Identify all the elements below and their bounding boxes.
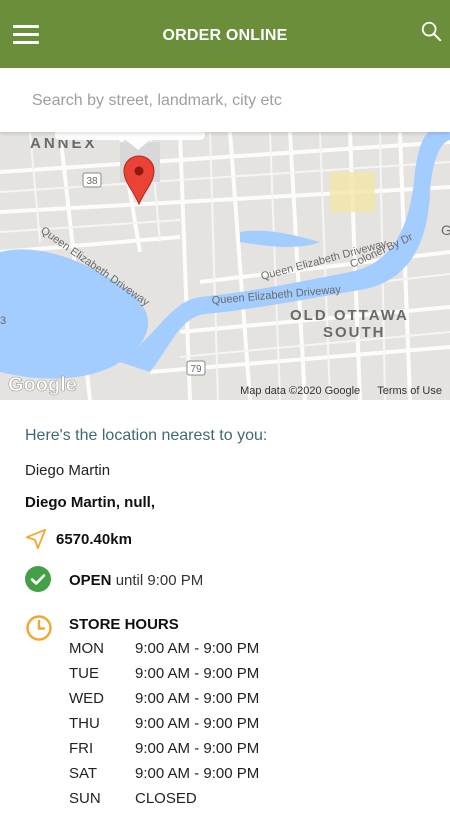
- map-canvas[interactable]: 38 79 ANNEX OLD OTTAWA SOUTH Queen Eliza…: [0, 132, 450, 400]
- map-label-route-79: 79: [190, 364, 202, 375]
- hours-day: THU: [69, 715, 100, 732]
- hours-time: CLOSED: [135, 790, 197, 807]
- hours-time: 9:00 AM - 9:00 PM: [135, 765, 260, 782]
- search-bar: [0, 68, 450, 132]
- hours-row-fri: FRI 9:00 AM - 9:00 PM: [69, 740, 329, 765]
- hours-day: SAT: [69, 765, 98, 782]
- store-name: Diego Martin: [25, 462, 111, 479]
- hours-time: 9:00 AM - 9:00 PM: [135, 690, 260, 707]
- search-input[interactable]: [30, 82, 434, 120]
- map-label-edge-3: 3: [0, 315, 6, 327]
- hours-day: TUE: [69, 665, 99, 682]
- clock-icon: [26, 615, 52, 641]
- store-distance: 6570.40km: [56, 531, 132, 548]
- hours-row-mon: MON 9:00 AM - 9:00 PM: [69, 640, 329, 665]
- hours-row-tue: TUE 9:00 AM - 9:00 PM: [69, 665, 329, 690]
- map-label-edge-g: G: [441, 222, 450, 238]
- map-label-old-ottawa: OLD OTTAWA: [290, 307, 409, 324]
- open-until: until 9:00 PM: [115, 572, 204, 589]
- hours-row-thu: THU 9:00 AM - 9:00 PM: [69, 715, 329, 740]
- app-header: ORDER ONLINE: [0, 0, 450, 68]
- hours-day: WED: [69, 690, 104, 707]
- hours-day: SUN: [69, 790, 101, 807]
- map-data-credit: Map data ©2020 Google: [240, 385, 361, 397]
- map-label-south: SOUTH: [323, 324, 386, 341]
- map-footer: Map data ©2020 Google Terms of Use: [226, 385, 442, 397]
- open-status: OPEN: [69, 572, 112, 589]
- hours-day: MON: [69, 640, 104, 657]
- page-title: ORDER ONLINE: [162, 27, 288, 44]
- store-map[interactable]: 38 79 ANNEX OLD OTTAWA SOUTH Queen Eliza…: [0, 132, 450, 400]
- store-hours-list: MON 9:00 AM - 9:00 PM TUE 9:00 AM - 9:00…: [69, 640, 329, 815]
- google-logo: Google: [8, 374, 77, 396]
- store-info: Here's the location nearest to you: Dieg…: [0, 400, 450, 807]
- search-icon[interactable]: [420, 20, 442, 42]
- hours-row-sun: SUN CLOSED: [69, 790, 329, 815]
- hours-row-sat: SAT 9:00 AM - 9:00 PM: [69, 765, 329, 790]
- hours-time: 9:00 AM - 9:00 PM: [135, 740, 260, 757]
- check-circle-icon: [25, 566, 51, 592]
- hours-row-wed: WED 9:00 AM - 9:00 PM: [69, 690, 329, 715]
- hours-day: FRI: [69, 740, 94, 757]
- map-terms-link[interactable]: Terms of Use: [377, 385, 442, 397]
- hours-time: 9:00 AM - 9:00 PM: [135, 715, 260, 732]
- store-address: Diego Martin, null,: [25, 494, 155, 511]
- store-hours-title: STORE HOURS: [69, 616, 179, 633]
- map-label-route-38: 38: [86, 176, 98, 187]
- navigation-arrow-icon: [25, 528, 47, 550]
- hours-time: 9:00 AM - 9:00 PM: [135, 665, 260, 682]
- hours-time: 9:00 AM - 9:00 PM: [135, 640, 260, 657]
- nearest-location-label: Here's the location nearest to you:: [25, 427, 268, 444]
